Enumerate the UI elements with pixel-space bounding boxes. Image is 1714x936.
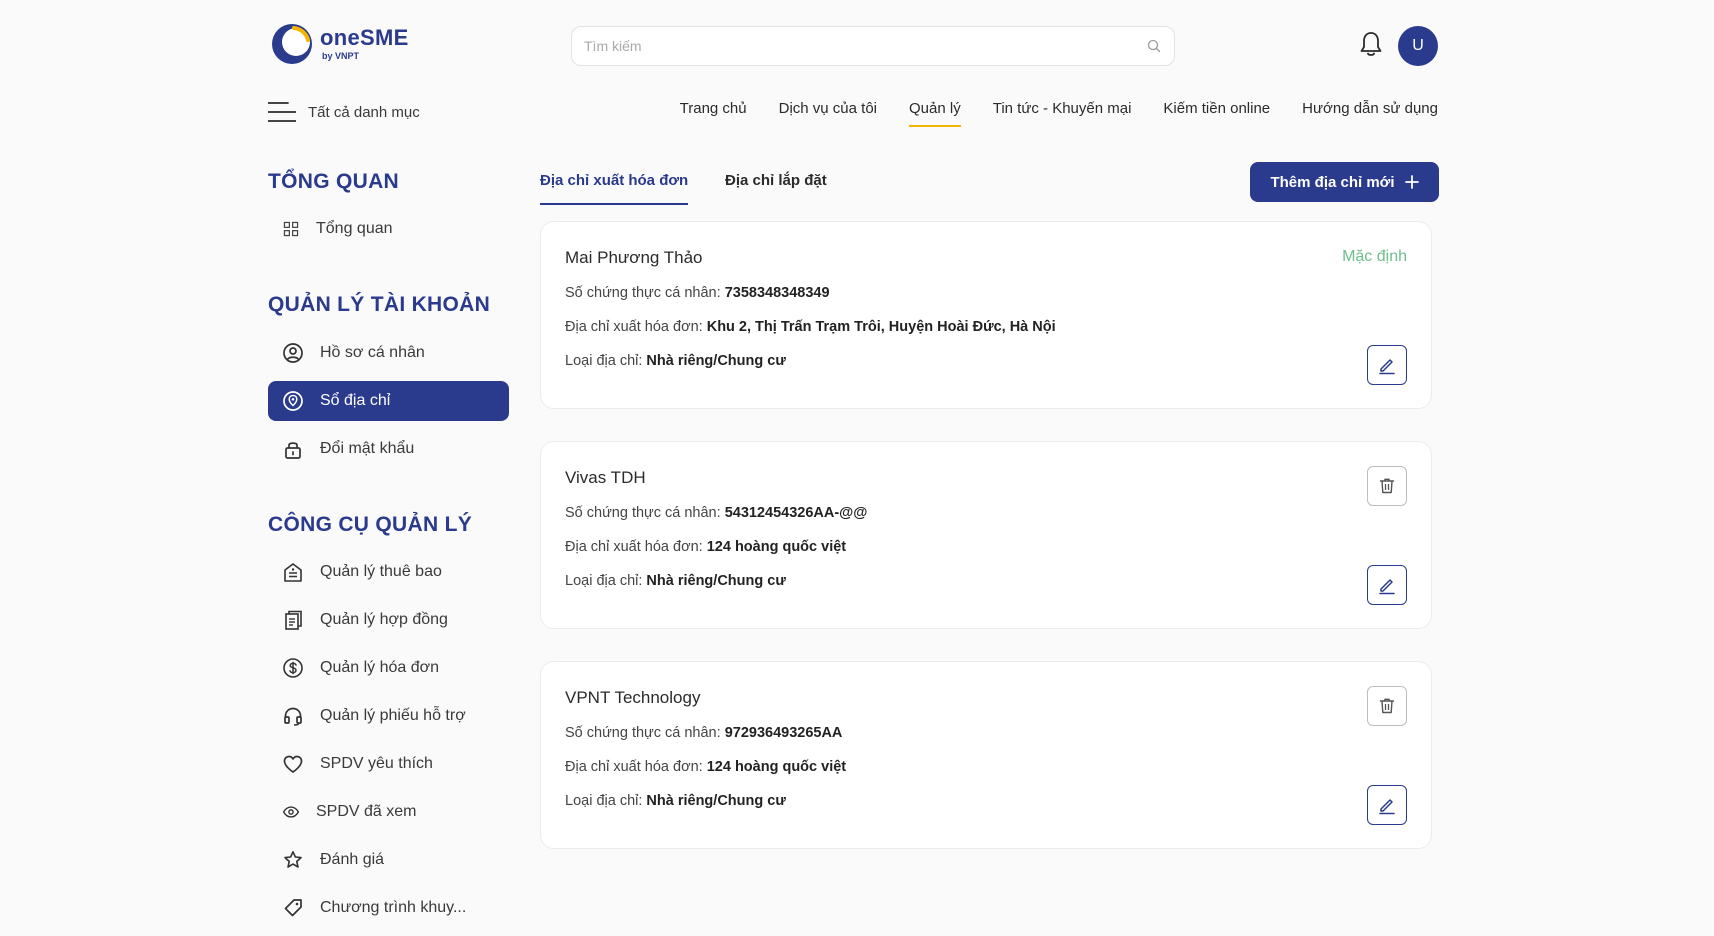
- sidebar-item-label: Chương trình khuy...: [320, 899, 467, 916]
- edit-icon: [1379, 359, 1395, 375]
- invoice-address-value: Khu 2, Thị Trấn Trạm Trôi, Huyện Hoài Đứ…: [706, 319, 1056, 335]
- grid-icon: [283, 221, 299, 237]
- sidebar-item-change-password[interactable]: Đổi mật khẩu: [268, 429, 509, 469]
- sidebar-item-favorites[interactable]: SPDV yêu thích: [268, 744, 509, 784]
- address-card: VPNT Technology Số chứng thực cá nhân: 9…: [540, 661, 1432, 849]
- address-card: Vivas TDH Số chứng thực cá nhân: 5431245…: [540, 441, 1432, 629]
- invoice-address-label: Địa chỉ xuất hóa đơn:: [565, 539, 703, 555]
- location-pin-icon: [283, 391, 303, 411]
- invoice-address-label: Địa chỉ xuất hóa đơn:: [565, 319, 703, 335]
- address-type-value: Nhà riêng/Chung cư: [646, 793, 786, 809]
- address-type-label: Loại địa chỉ:: [565, 793, 643, 809]
- address-type-label: Loại địa chỉ:: [565, 573, 643, 589]
- sidebar-item-label: SPDV đã xem: [316, 803, 417, 820]
- search-input[interactable]: [584, 38, 1146, 54]
- address-card: Mai Phương Thảo Mặc định Số chứng thực c…: [540, 221, 1432, 409]
- edit-icon: [1379, 579, 1395, 595]
- invoice-address-value: 124 hoàng quốc việt: [706, 539, 847, 555]
- delete-address-button[interactable]: [1367, 466, 1407, 506]
- trash-icon: [1379, 478, 1395, 494]
- nav-earn-online[interactable]: Kiếm tiền online: [1163, 100, 1270, 127]
- edit-address-button[interactable]: [1367, 565, 1407, 605]
- address-name: Mai Phương Thảo: [565, 248, 703, 267]
- headset-icon: [284, 707, 302, 726]
- invoice-address-value: 124 hoàng quốc việt: [706, 759, 847, 775]
- user-circle-icon: [283, 343, 303, 363]
- section-title-account: QUẢN LÝ TÀI KHOẢN: [268, 293, 491, 316]
- plus-icon: [1404, 175, 1419, 189]
- hamburger-menu-icon: [268, 102, 296, 122]
- id-label: Số chứng thực cá nhân:: [565, 285, 721, 301]
- nav-home[interactable]: Trang chủ: [680, 100, 747, 127]
- edit-icon: [1379, 799, 1395, 815]
- sidebar-item-label: SPDV yêu thích: [320, 755, 433, 772]
- default-badge: Mặc định: [1342, 248, 1407, 265]
- sidebar-item-label: Sổ địa chỉ: [320, 392, 391, 409]
- sidebar-item-label: Quản lý phiếu hỗ trợ: [320, 707, 466, 724]
- dollar-circle-icon: [283, 658, 303, 678]
- sidebar-item-label: Đánh giá: [320, 851, 385, 868]
- id-label: Số chứng thực cá nhân:: [565, 725, 721, 741]
- address-type-label: Loại địa chỉ:: [565, 353, 643, 369]
- tab-invoice-address[interactable]: Địa chỉ xuất hóa đơn: [540, 172, 689, 205]
- sidebar-item-contracts[interactable]: Quản lý hợp đồng: [268, 600, 509, 640]
- user-avatar[interactable]: U: [1398, 26, 1438, 66]
- address-name: Vivas TDH: [565, 468, 646, 487]
- document-icon: [285, 610, 302, 630]
- logo-subtitle: by VNPT: [322, 51, 360, 61]
- section-title-overview: TỔNG QUAN: [268, 170, 400, 193]
- sidebar-item-label: Quản lý hóa đơn: [320, 659, 440, 676]
- tab-installation-address[interactable]: Địa chỉ lắp đặt: [725, 172, 827, 203]
- sidebar-item-viewed[interactable]: SPDV đã xem: [268, 792, 509, 832]
- notification-bell-icon[interactable]: [1358, 30, 1384, 58]
- search-icon[interactable]: [1146, 38, 1162, 54]
- building-icon: [284, 563, 302, 582]
- address-type-value: Nhà riêng/Chung cư: [646, 573, 786, 589]
- sidebar-item-promotions[interactable]: Chương trình khuy...: [268, 888, 509, 928]
- invoice-address-label: Địa chỉ xuất hóa đơn:: [565, 759, 703, 775]
- sidebar-item-label: Quản lý thuê bao: [320, 563, 442, 580]
- address-name: VPNT Technology: [565, 688, 701, 707]
- sidebar-item-support-tickets[interactable]: Quản lý phiếu hỗ trợ: [268, 696, 509, 736]
- main-nav: Trang chủ Dịch vụ của tôi Quản lý Tin tứ…: [680, 100, 1438, 127]
- sidebar-item-label: Quản lý hợp đồng: [320, 611, 448, 628]
- onesme-logo-icon: [272, 24, 312, 64]
- trash-icon: [1379, 698, 1395, 714]
- star-icon: [284, 851, 302, 868]
- search-box: [571, 26, 1175, 66]
- address-type-value: Nhà riêng/Chung cư: [646, 353, 786, 369]
- sidebar-item-address-book[interactable]: Sổ địa chỉ: [268, 381, 509, 421]
- sidebar-item-label: Hồ sơ cá nhân: [320, 344, 425, 361]
- nav-management[interactable]: Quản lý: [909, 100, 961, 127]
- sidebar-item-overview[interactable]: Tổng quan: [268, 209, 509, 249]
- sidebar-item-invoices[interactable]: Quản lý hóa đơn: [268, 648, 509, 688]
- sidebar-item-reviews[interactable]: Đánh giá: [268, 840, 509, 880]
- edit-address-button[interactable]: [1367, 345, 1407, 385]
- add-address-button[interactable]: Thêm địa chỉ mới: [1250, 162, 1439, 202]
- nav-news-promotions[interactable]: Tin tức - Khuyến mại: [993, 100, 1132, 127]
- all-categories-label: Tất cả danh mục: [308, 103, 420, 121]
- section-title-tools: CÔNG CỤ QUẢN LÝ: [268, 513, 472, 536]
- id-label: Số chứng thực cá nhân:: [565, 505, 721, 521]
- delete-address-button[interactable]: [1367, 686, 1407, 726]
- eye-icon: [282, 806, 300, 818]
- heart-icon: [283, 755, 303, 773]
- all-categories-menu[interactable]: Tất cả danh mục: [268, 100, 420, 124]
- logo-name: oneSME: [320, 25, 409, 50]
- id-value: 54312454326AA-@@: [724, 505, 868, 521]
- sidebar-item-label: Đổi mật khẩu: [320, 440, 415, 457]
- id-value: 972936493265AA: [724, 725, 843, 741]
- nav-user-guide[interactable]: Hướng dẫn sử dụng: [1302, 100, 1438, 127]
- add-address-label: Thêm địa chỉ mới: [1270, 173, 1395, 191]
- edit-address-button[interactable]: [1367, 785, 1407, 825]
- tag-icon: [284, 899, 302, 917]
- onesme-logo[interactable]: oneSME by VNPT: [270, 22, 420, 66]
- sidebar-item-label: Tổng quan: [316, 220, 393, 237]
- sidebar-item-subscriptions[interactable]: Quản lý thuê bao: [268, 552, 509, 592]
- sidebar-item-profile[interactable]: Hồ sơ cá nhân: [268, 333, 509, 373]
- id-value: 7358348348349: [724, 285, 830, 301]
- nav-my-services[interactable]: Dịch vụ của tôi: [779, 100, 877, 127]
- lock-icon: [285, 442, 301, 459]
